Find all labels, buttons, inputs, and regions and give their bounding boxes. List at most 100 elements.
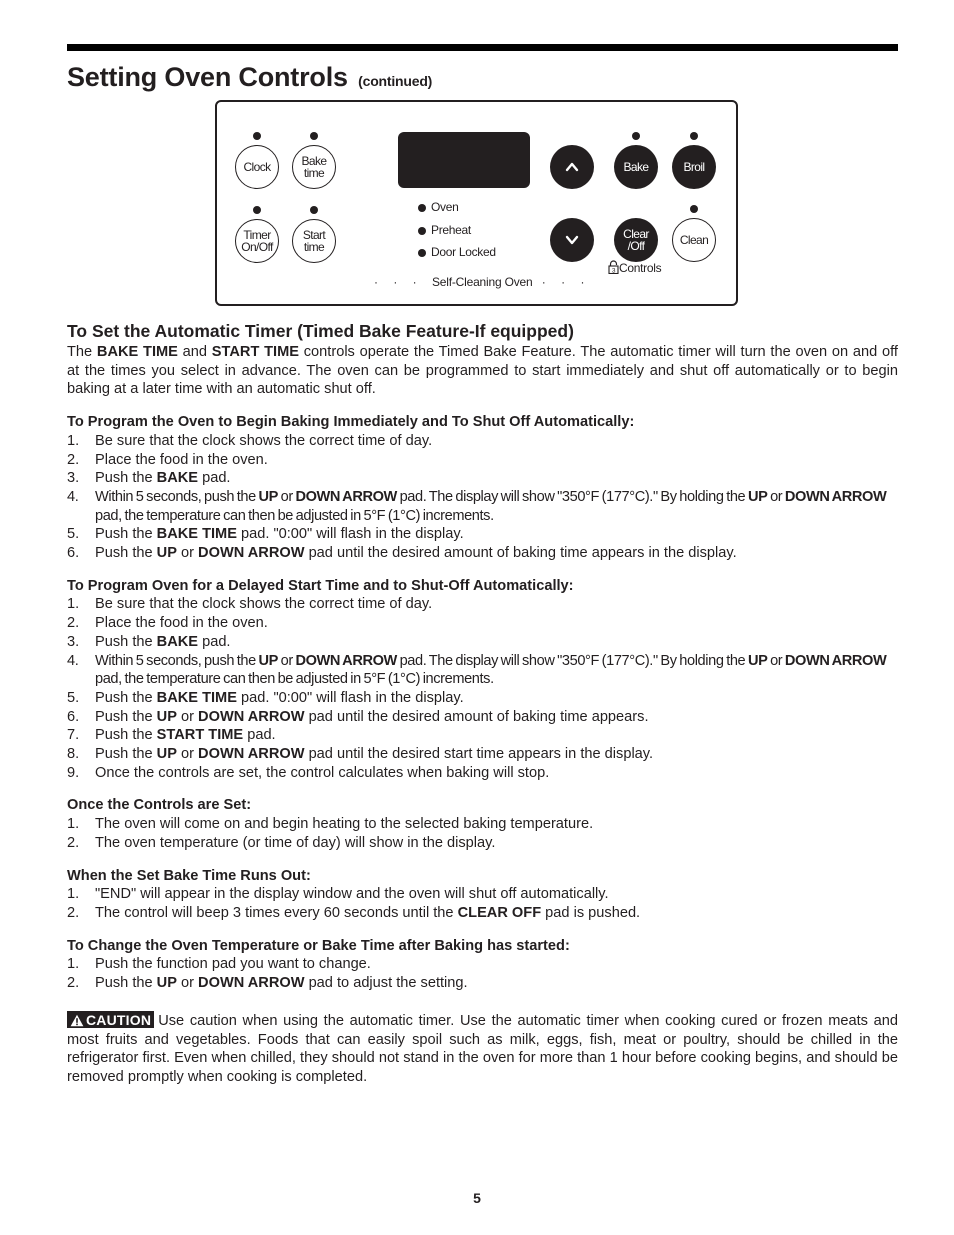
bake-time-indicator-led xyxy=(310,132,318,140)
step-item: 9. Once the controls are set, the control… xyxy=(67,764,898,783)
step-number: 1. xyxy=(67,886,80,903)
clock-button-label: Clock xyxy=(243,160,271,174)
broil-indicator-led xyxy=(690,132,698,140)
down-arrow-button[interactable] xyxy=(550,218,594,262)
clean-button[interactable]: Clean xyxy=(672,218,716,262)
chevron-up-icon xyxy=(565,162,579,172)
step-number: 8. xyxy=(67,746,80,763)
oven-display xyxy=(398,132,530,188)
text-run: pad to adjust the setting. xyxy=(304,975,468,992)
step-number: 1. xyxy=(67,432,80,449)
bold-term: DOWN ARROW xyxy=(295,488,397,505)
clock-indicator-led xyxy=(253,132,261,140)
once-set-section: Once the Controls are Set: 1. The oven wi… xyxy=(67,796,898,852)
text-run: pad. xyxy=(198,633,231,650)
bake-button[interactable]: Bake xyxy=(614,145,658,189)
bold-term: START TIME xyxy=(156,727,244,744)
step-item: 1. Be sure that the clock shows the corre… xyxy=(67,595,898,614)
step-item: 6. Push the UP or DOWN ARROW pad until th… xyxy=(67,708,898,727)
timer-on-off-button[interactable]: Timer On/Off xyxy=(235,219,279,263)
step-item: 1. Push the function pad you want to chan… xyxy=(67,955,898,974)
runs-out-steps: 1. "END" will appear in the display windo… xyxy=(67,885,898,922)
step-item: 2. The control will beep 3 times every 60… xyxy=(67,904,898,923)
step-number: 9. xyxy=(67,764,80,781)
text-run: pad. xyxy=(198,470,231,487)
step-number: 4. xyxy=(67,488,79,505)
text-run: pad. The display will show "350°F (177°C… xyxy=(396,652,748,669)
clear-off-button[interactable]: Clear/Off xyxy=(614,218,658,262)
bold-term: BAKE xyxy=(156,633,199,650)
caution-label: CAUTION xyxy=(86,1011,152,1028)
text-run: or xyxy=(176,708,199,725)
step-item: 5. Push the BAKE TIME pad. "0:00" will fl… xyxy=(67,525,898,544)
step-number: 5. xyxy=(67,526,80,543)
bold-term: START TIME xyxy=(211,344,299,360)
text-run: pad. "0:00" will flash in the display. xyxy=(236,526,464,543)
text-run: or xyxy=(176,975,199,992)
step-item: 4. Within 5 seconds, push the UP or DOWN … xyxy=(67,652,898,689)
bake-indicator-led xyxy=(632,132,640,140)
text-run: and xyxy=(177,344,212,360)
text-run: Place the food in the oven. xyxy=(95,451,268,468)
bold-term: BAKE TIME xyxy=(96,344,178,360)
timer-label-line2: On/Off xyxy=(241,240,273,254)
text-run: Push the xyxy=(95,633,157,650)
indicator-oven-label: Oven xyxy=(431,200,459,214)
clock-button[interactable]: Clock xyxy=(235,145,279,189)
bold-term: UP xyxy=(156,746,177,763)
text-run: Push the xyxy=(95,727,157,744)
bake-time-label-line2: time xyxy=(303,166,325,180)
delayed-section: To Program Oven for a Delayed Start Time… xyxy=(67,577,898,783)
step-number: 4. xyxy=(67,652,79,669)
text-run: pad. "0:00" will flash in the display. xyxy=(236,689,464,706)
bold-term: UP xyxy=(747,488,768,505)
step-item: 6. Push the UP or DOWN ARROW pad until th… xyxy=(67,544,898,563)
bold-term: UP xyxy=(747,652,768,669)
up-arrow-button[interactable] xyxy=(550,145,594,189)
text-run: Push the xyxy=(95,470,157,487)
step-item: 3. Push the BAKE pad. xyxy=(67,633,898,652)
text-run: pad. The display will show "350°F (177°C… xyxy=(396,488,748,505)
lock-controls-text: Controls xyxy=(619,261,662,275)
step-item: 2. Push the UP or DOWN ARROW pad to adjus… xyxy=(67,974,898,993)
bold-term: UP xyxy=(258,488,278,505)
start-time-label-line2: time xyxy=(303,240,325,254)
step-number: 1. xyxy=(67,596,80,613)
text-run: pad until the desired amount of baking t… xyxy=(304,708,649,725)
runs-out-section: When the Set Bake Time Runs Out: 1. "END"… xyxy=(67,867,898,923)
text-run: Push the xyxy=(95,975,157,992)
bake-time-button[interactable]: Bake time xyxy=(292,145,336,189)
text-run: pad is pushed. xyxy=(541,904,641,921)
indicator-oven: Oven xyxy=(418,200,459,214)
change-section: To Change the Oven Temperature or Bake T… xyxy=(67,937,898,993)
instructions-content: To Set the Automatic Timer (Timed Bake F… xyxy=(67,320,898,1087)
text-run: or xyxy=(767,488,785,505)
bake-button-label: Bake xyxy=(623,160,650,174)
broil-button[interactable]: Broil xyxy=(672,145,716,189)
step-item: 3. Push the BAKE pad. xyxy=(67,469,898,488)
caution-badge: CAUTION xyxy=(67,1010,155,1028)
text-run: or xyxy=(277,488,296,505)
bold-term: DOWN ARROW xyxy=(198,975,305,992)
step-number: 6. xyxy=(67,708,80,725)
step-item: 8. Push the UP or DOWN ARROW pad until th… xyxy=(67,745,898,764)
bold-term: DOWN ARROW xyxy=(198,746,305,763)
step-item: 1. The oven will come on and begin heatin… xyxy=(67,815,898,834)
text-run: pad, the temperature can then be adjuste… xyxy=(95,507,494,524)
change-steps: 1. Push the function pad you want to chan… xyxy=(67,955,898,992)
text-run: Push the xyxy=(95,689,157,706)
bold-term: UP xyxy=(156,545,177,562)
bold-term: DOWN ARROW xyxy=(295,652,397,669)
change-heading: To Change the Oven Temperature or Bake T… xyxy=(67,937,570,954)
start-time-button[interactable]: Start time xyxy=(292,219,336,263)
step-number: 1. xyxy=(67,816,80,833)
step-number: 5. xyxy=(67,689,80,706)
step-item: 1. "END" will appear in the display windo… xyxy=(67,885,898,904)
bold-term: BAKE xyxy=(156,470,199,487)
text-run: Push the xyxy=(95,526,157,543)
page-title-suffix: (continued) xyxy=(358,73,433,89)
indicator-preheat: Preheat xyxy=(418,223,471,237)
caution-text: Use caution when using the automatic tim… xyxy=(67,1012,898,1085)
timer-section-intro: The BAKE TIME and START TIME controls op… xyxy=(67,343,898,399)
bold-term: BAKE TIME xyxy=(156,689,237,706)
